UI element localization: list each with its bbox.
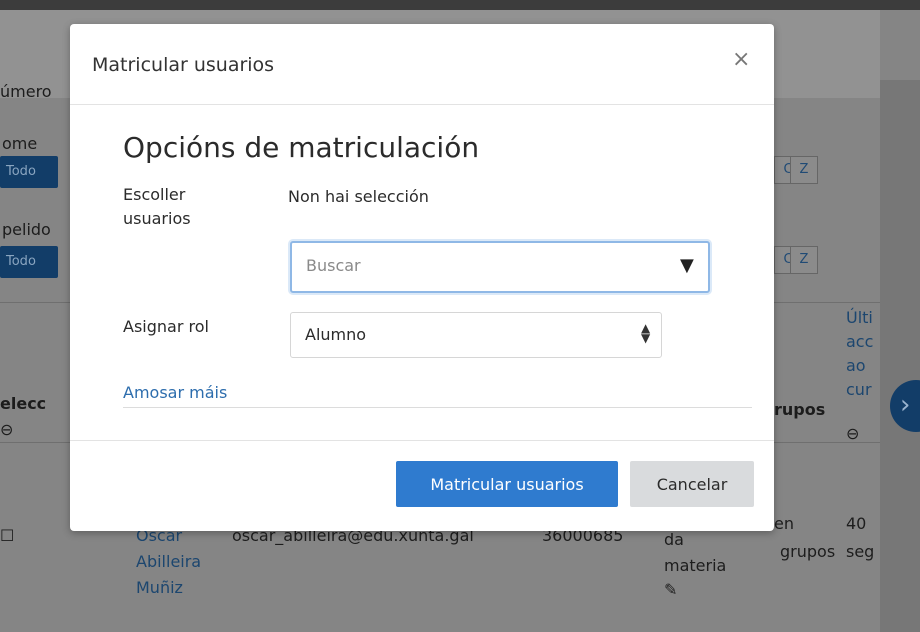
filter-label-surname: pelido [2, 220, 51, 239]
column-header-groups: rupos [774, 400, 826, 419]
assign-role-label: Asignar rol [123, 317, 209, 336]
dialog-title: Matricular usuarios [92, 54, 275, 76]
user-role-line-1: da [664, 530, 684, 549]
filter-label-name: ome [2, 134, 38, 153]
user-search-autocomplete[interactable]: ▼ [290, 241, 710, 293]
edit-role-icon[interactable]: ✎ [664, 580, 677, 599]
dialog-header: Matricular usuarios × [70, 24, 774, 105]
column-header-last-access-2[interactable]: acc [846, 332, 873, 351]
dropdown-arrow-icon[interactable]: ▼ [680, 255, 694, 276]
close-icon[interactable]: × [732, 47, 750, 72]
no-selection-text: Non hai selección [288, 187, 429, 206]
user-groups-line-1: en [774, 514, 794, 533]
search-input[interactable] [304, 255, 668, 276]
filter-letter-z-surname[interactable]: Z [790, 246, 818, 274]
filter-letter-z-name[interactable]: Z [790, 156, 818, 184]
enrolment-options-heading: Opcións de matriculación [123, 131, 480, 164]
collapse-last-access-icon[interactable]: ⊖ [846, 424, 859, 443]
column-header-select: elecc [0, 394, 47, 413]
user-groups-line-2: grupos [780, 542, 836, 561]
filter-label-number: úmero [0, 82, 52, 101]
user-name-line-3[interactable]: Muñiz [136, 578, 183, 597]
column-header-last-access-4[interactable]: cur [846, 380, 872, 399]
dialog-body: Opcións de matriculación Escoller usuari… [70, 105, 774, 440]
window-top-bar [0, 0, 920, 10]
show-more-link[interactable]: Amosar máis [123, 383, 227, 402]
dialog-footer: Matricular usuarios Cancelar [70, 440, 774, 532]
role-select-value: Alumno [305, 325, 367, 344]
cancel-button[interactable]: Cancelar [630, 461, 754, 507]
role-select[interactable]: Alumno ▲ ▼ [290, 312, 662, 358]
select-sort-icon: ▲ ▼ [641, 321, 651, 345]
enrol-users-button[interactable]: Matricular usuarios [396, 461, 618, 507]
filter-all-name-button[interactable]: Todo [0, 156, 58, 188]
select-users-label: Escoller usuarios [123, 185, 191, 228]
column-header-last-access-1[interactable]: Últi [846, 308, 873, 327]
row-checkbox[interactable]: ☐ [0, 526, 14, 545]
user-name-line-2[interactable]: Abilleira [136, 552, 201, 571]
show-more-divider [123, 407, 752, 408]
last-access-line-2: seg [846, 542, 875, 561]
filter-all-surname-button[interactable]: Todo [0, 246, 58, 278]
enrol-users-dialog: Matricular usuarios × Opcións de matricu… [70, 24, 774, 531]
column-header-last-access-3[interactable]: ao [846, 356, 866, 375]
right-column-backdrop [880, 80, 920, 632]
user-role-line-2: materia [664, 556, 727, 575]
collapse-select-icon[interactable]: ⊖ [0, 420, 13, 439]
last-access-line-1: 40 [846, 514, 867, 533]
